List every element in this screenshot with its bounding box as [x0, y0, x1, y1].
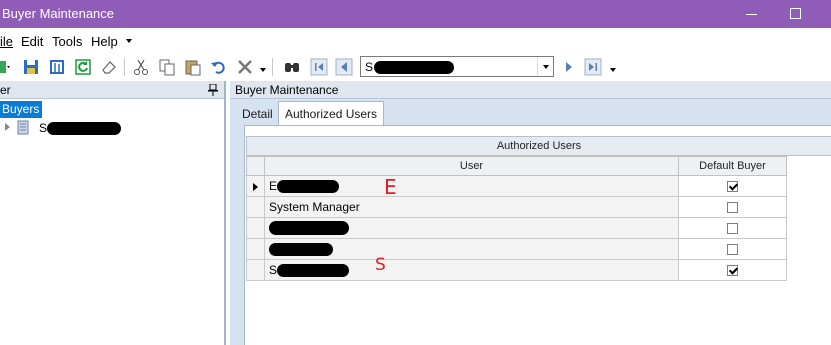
user-cell[interactable]	[264, 217, 679, 239]
attach-icon[interactable]	[48, 58, 66, 76]
redaction-mark	[277, 180, 340, 194]
default-buyer-checkbox[interactable]	[727, 223, 738, 235]
new-icon[interactable]	[0, 58, 10, 76]
title-bar: Buyer Maintenance	[0, 0, 831, 28]
toolbar: S	[0, 53, 831, 81]
tree-panel-header: er	[0, 81, 224, 99]
default-buyer-checkbox[interactable]	[727, 265, 738, 277]
menu-overflow-chevron-icon[interactable]	[126, 39, 132, 43]
default-buyer-cell[interactable]	[678, 238, 787, 260]
chevron-down-icon[interactable]	[537, 57, 553, 76]
window-title: Buyer Maintenance	[2, 6, 115, 21]
authorized-users-content: Authorized Users User Default Buyer E Sy…	[244, 125, 831, 345]
tab-authorized-users[interactable]: Authorized Users	[278, 101, 385, 125]
default-buyer-cell[interactable]	[678, 259, 787, 281]
menu-edit[interactable]: Edit	[21, 34, 43, 49]
default-buyer-checkbox[interactable]	[727, 181, 738, 193]
tab-detail[interactable]: Detail	[236, 103, 279, 125]
record-navigator-value: S	[365, 60, 455, 75]
table-row[interactable]: S	[246, 259, 787, 281]
user-cell[interactable]: E	[264, 175, 679, 197]
tree-root-buyers[interactable]: Buyers	[0, 101, 43, 118]
tree-node-buyer[interactable]: S	[3, 119, 223, 137]
toolbar-overflow-chevron-icon[interactable]	[260, 68, 266, 72]
tree-node-label: S	[39, 121, 122, 136]
first-record-icon[interactable]	[310, 58, 328, 76]
pin-icon[interactable]	[208, 84, 218, 96]
refresh-icon[interactable]	[74, 58, 92, 76]
menu-bar: ile Edit Tools Help	[0, 28, 831, 53]
row-selector[interactable]	[246, 217, 265, 239]
toolbar-separator	[124, 58, 125, 76]
undo-icon[interactable]	[210, 58, 228, 76]
delete-icon[interactable]	[236, 58, 254, 76]
find-icon[interactable]	[283, 58, 301, 76]
user-cell[interactable]: S	[264, 259, 679, 281]
column-header-user[interactable]: User	[264, 156, 679, 176]
redaction-mark	[269, 243, 333, 257]
copy-icon[interactable]	[158, 58, 176, 76]
maximize-button[interactable]	[786, 4, 806, 24]
main-panel-title: Buyer Maintenance	[235, 83, 339, 97]
row-selector-header	[246, 156, 265, 176]
row-selector[interactable]	[246, 196, 265, 218]
minimize-button[interactable]	[742, 4, 762, 24]
table-row[interactable]	[246, 238, 787, 260]
row-selector[interactable]	[246, 238, 265, 260]
last-record-icon[interactable]	[584, 58, 602, 76]
row-selector[interactable]	[246, 259, 265, 281]
next-record-icon[interactable]	[560, 58, 578, 76]
minimize-icon	[746, 14, 757, 15]
default-buyer-cell[interactable]	[678, 196, 787, 218]
paste-icon[interactable]	[184, 58, 202, 76]
tree-panel: er Buyers S	[0, 81, 226, 345]
annotation-e: E	[384, 175, 397, 199]
maximize-icon	[790, 8, 801, 19]
redaction-mark	[277, 264, 350, 278]
default-buyer-cell[interactable]	[678, 175, 787, 197]
table-row[interactable]: System Manager	[246, 196, 787, 218]
expand-arrow-icon[interactable]	[5, 123, 10, 131]
row-selector[interactable]	[246, 175, 265, 197]
table-row[interactable]: E	[246, 175, 787, 197]
record-navigator-combo[interactable]: S	[360, 56, 554, 77]
cut-icon[interactable]	[132, 58, 150, 76]
clear-icon[interactable]	[100, 58, 118, 76]
grid-header-row: User Default Buyer	[246, 156, 787, 176]
user-cell[interactable]: System Manager	[264, 196, 679, 218]
menu-help[interactable]: Help	[91, 34, 118, 49]
default-buyer-checkbox[interactable]	[727, 202, 738, 214]
user-cell[interactable]	[264, 238, 679, 260]
menu-file[interactable]: ile	[0, 34, 13, 49]
default-buyer-checkbox[interactable]	[727, 244, 738, 256]
save-icon[interactable]	[22, 58, 40, 76]
main-panel: Buyer Maintenance Detail Authorized User…	[230, 81, 831, 345]
buyer-record-icon	[17, 120, 29, 135]
redaction-mark	[374, 61, 455, 75]
annotation-s: S	[375, 255, 386, 275]
tree-panel-title: er	[0, 83, 11, 97]
redaction-mark	[47, 122, 122, 136]
current-row-arrow-icon	[253, 183, 258, 191]
column-header-default-buyer[interactable]: Default Buyer	[678, 156, 787, 176]
main-panel-header: Buyer Maintenance	[230, 81, 831, 99]
redaction-mark	[269, 221, 349, 236]
toolbar-separator	[272, 58, 273, 76]
navigator-overflow-chevron-icon[interactable]	[610, 68, 616, 72]
menu-tools[interactable]: Tools	[52, 34, 82, 49]
table-row[interactable]	[246, 217, 787, 239]
default-buyer-cell[interactable]	[678, 217, 787, 239]
authorized-users-grid: User Default Buyer E System Manager S	[246, 156, 787, 281]
grid-caption: Authorized Users	[246, 136, 831, 156]
previous-record-icon[interactable]	[335, 58, 353, 76]
